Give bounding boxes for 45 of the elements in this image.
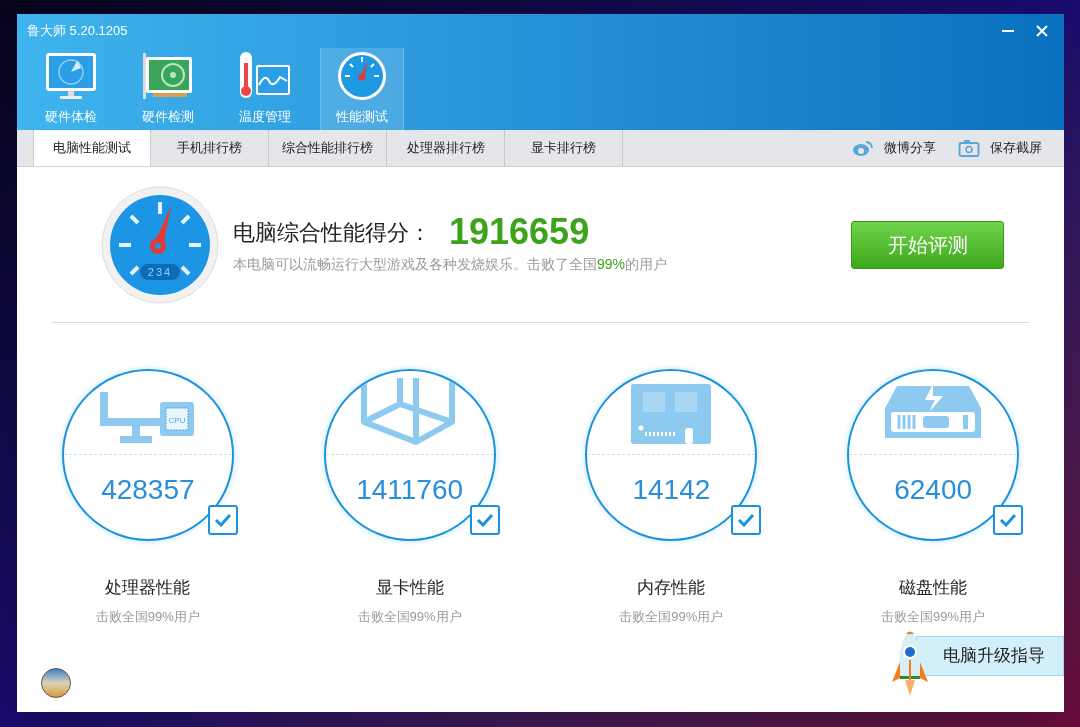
- checkbox[interactable]: [207, 505, 238, 535]
- gauge-display: 234: [147, 265, 173, 278]
- checkmark-icon: [213, 513, 232, 527]
- tab[interactable]: 电脑性能测试: [33, 130, 151, 166]
- metric-label: 磁盘性能: [899, 577, 968, 599]
- metric-note: 击败全国99%用户: [619, 607, 724, 626]
- metric-label: 内存性能: [637, 577, 706, 599]
- metric-label: 处理器性能: [105, 577, 191, 599]
- checkbox[interactable]: [469, 505, 500, 535]
- game-badge-icon: [41, 668, 71, 698]
- tab[interactable]: 显卡排行榜: [505, 130, 623, 166]
- checkbox[interactable]: [993, 505, 1024, 535]
- close-icon: [1036, 25, 1048, 37]
- score-value: 62400: [894, 473, 973, 507]
- score-value: 428357: [101, 473, 195, 507]
- tab[interactable]: 处理器排行榜: [387, 130, 505, 166]
- checkmark-icon: [475, 513, 494, 527]
- score-value: 14142: [632, 473, 711, 507]
- tab[interactable]: 综合性能排行榜: [269, 130, 387, 166]
- metric-label: 显卡性能: [375, 577, 444, 599]
- metric-note: 击败全国99%用户: [357, 607, 462, 626]
- score-title: 电脑综合性能得分：: [233, 218, 431, 247]
- window-title: 鲁大师 5.20.1205: [27, 22, 128, 41]
- upgrade-guide-button[interactable]: 电脑升级指导: [916, 635, 1064, 676]
- score-description: 本电脑可以流畅运行大型游戏及各种发烧娱乐。击败了全国99%的用户: [233, 255, 668, 274]
- speedometer-icon: [337, 50, 387, 101]
- score-value: 1916659: [449, 214, 590, 250]
- metric-note: 击败全国99%用户: [881, 607, 986, 626]
- chip-label: CPU: [168, 416, 186, 425]
- metric-note: 击败全国99%用户: [95, 607, 200, 626]
- weibo-icon: [852, 139, 874, 157]
- monitor-icon: [44, 50, 98, 101]
- graphics-card-icon: [141, 50, 195, 101]
- checkmark-icon: [737, 513, 756, 527]
- chip-icon: [159, 402, 194, 436]
- camera-icon: [958, 139, 980, 157]
- score-value: 1411760: [356, 473, 464, 507]
- checkbox[interactable]: [731, 505, 762, 535]
- checkmark-icon: [999, 513, 1018, 527]
- close-button[interactable]: [1034, 23, 1050, 39]
- thermometer-chart-icon: [238, 50, 292, 101]
- tab[interactable]: 手机排行榜: [151, 130, 269, 166]
- minimize-icon: [1002, 30, 1014, 32]
- toolbar-action[interactable]: 保存截屏: [958, 138, 1042, 158]
- toolbar-action[interactable]: 微博分享: [852, 138, 936, 158]
